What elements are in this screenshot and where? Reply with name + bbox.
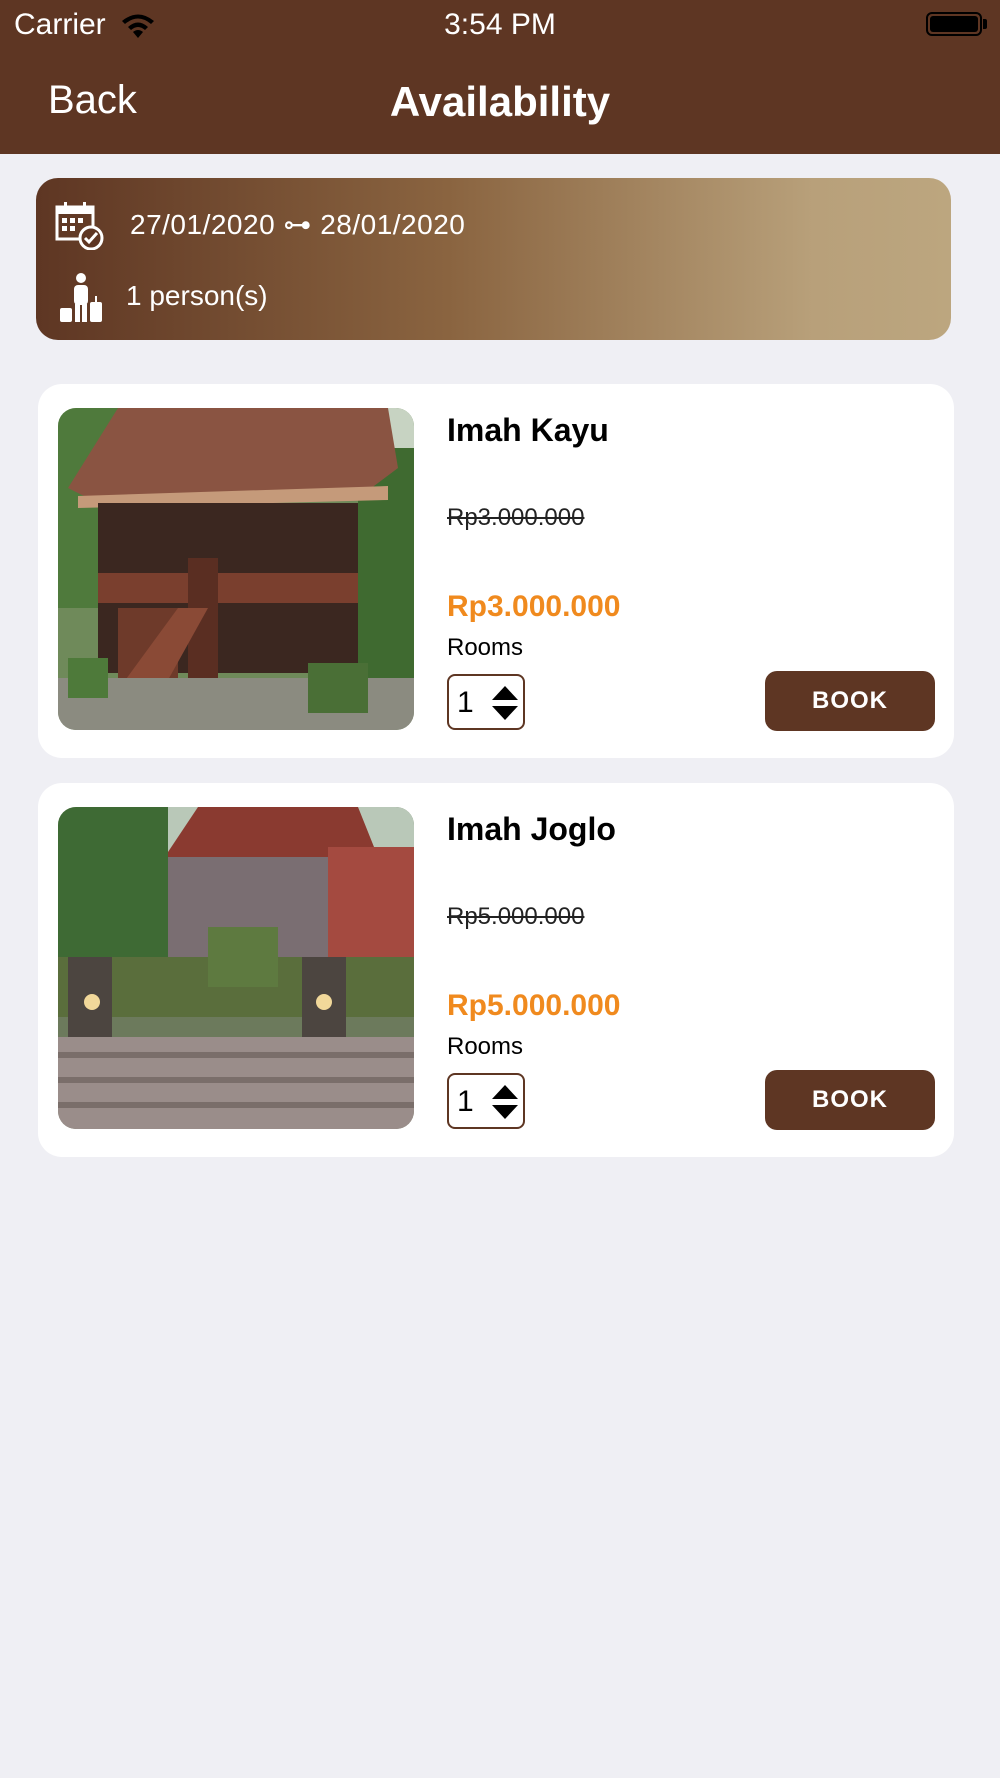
battery-icon — [926, 12, 982, 36]
room-price: Rp3.000.000 — [447, 590, 621, 623]
room-photo — [58, 408, 414, 730]
up-down-arrows-icon[interactable] — [491, 1083, 519, 1121]
book-button[interactable]: BOOK — [765, 1070, 935, 1130]
rooms-label: Rooms — [447, 1033, 524, 1060]
room-quantity-stepper[interactable]: 1 — [447, 674, 525, 730]
room-name: Imah Joglo — [447, 811, 616, 847]
calendar-check-icon — [55, 202, 104, 250]
original-price: Rp5.000.000 — [447, 903, 585, 930]
quantity-value: 1 — [457, 1085, 474, 1118]
room-photo — [58, 807, 414, 1129]
room-quantity-stepper[interactable]: 1 — [447, 1073, 525, 1129]
quantity-value: 1 — [457, 686, 474, 719]
room-name: Imah Kayu — [447, 412, 609, 448]
navigation-header: Carrier 3:54 PM Back Availability — [0, 0, 1000, 154]
up-down-arrows-icon[interactable] — [491, 684, 519, 722]
date-range-label: 27/01/2020 ⊶ 28/01/2020 — [130, 209, 466, 240]
booking-summary-banner: 27/01/2020 ⊶ 28/01/2020 1 person(s) — [36, 178, 951, 340]
book-button[interactable]: BOOK — [765, 671, 935, 731]
room-card: Imah Kayu Rp3.000.000 Rp3.000.000 Rooms … — [38, 384, 954, 758]
rooms-label: Rooms — [447, 634, 524, 661]
original-price: Rp3.000.000 — [447, 504, 585, 531]
room-card: Imah Joglo Rp5.000.000 Rp5.000.000 Rooms… — [38, 783, 954, 1157]
room-price: Rp5.000.000 — [447, 989, 621, 1022]
page-title: Availability — [389, 78, 611, 125]
persons-label: 1 person(s) — [126, 280, 268, 311]
traveler-luggage-icon — [60, 273, 102, 322]
battery-tip — [983, 19, 987, 29]
clock-label: 3:54 PM — [444, 8, 556, 41]
